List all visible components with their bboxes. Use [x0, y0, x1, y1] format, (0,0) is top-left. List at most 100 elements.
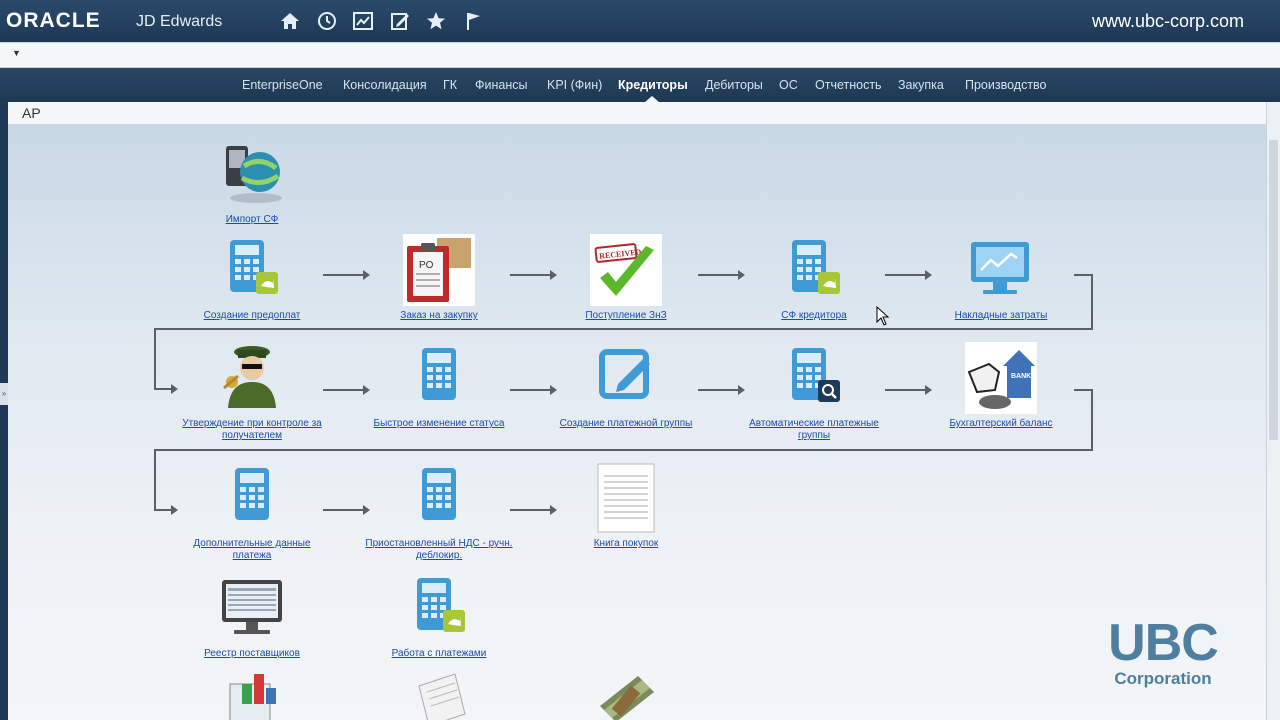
mouse-cursor-icon: [876, 305, 890, 331]
node-label[interactable]: Поступление ЗнЗ: [551, 310, 701, 322]
tab-consolidation[interactable]: Консолидация: [343, 78, 427, 92]
flow-wire: [154, 328, 156, 390]
tab-navigation: EnterpriseOne Консолидация ГК Финансы KP…: [0, 68, 1280, 102]
edit-icon[interactable]: [389, 10, 411, 32]
calculator-icon: [403, 342, 475, 414]
flow-arrow: [154, 505, 178, 515]
oracle-logo: ORACLE: [6, 9, 101, 32]
section-header: AP: [8, 102, 1266, 124]
report-document-icon: [590, 462, 662, 534]
tab-fixed-assets[interactable]: ОС: [779, 78, 798, 92]
node-receipt[interactable]: RECEIVED Поступление ЗнЗ: [551, 234, 701, 322]
tab-production[interactable]: Производство: [965, 78, 1047, 92]
dropdown-caret-icon[interactable]: ▼: [12, 48, 21, 58]
scrollbar[interactable]: [1266, 102, 1280, 720]
node-label[interactable]: Книга покупок: [551, 538, 701, 550]
node-supplier-registry[interactable]: Реестр поставщиков: [177, 572, 327, 660]
chart-icon[interactable]: [352, 10, 374, 32]
flow-arrow: [510, 270, 557, 280]
node-payments[interactable]: Работа с платежами: [364, 572, 514, 660]
tab-reporting[interactable]: Отчетность: [815, 78, 882, 92]
collapse-handle[interactable]: »: [0, 383, 8, 405]
flow-arrow: [885, 270, 932, 280]
product-name: JD Edwards: [136, 13, 223, 30]
node-purchase-book[interactable]: Книга покупок: [551, 462, 701, 550]
node-auto-payment[interactable]: Автоматические платежные группы: [739, 342, 889, 442]
node-partial-money[interactable]: [551, 666, 701, 720]
monitor-chart-icon: [965, 234, 1037, 306]
section-title: AP: [22, 105, 41, 121]
node-label[interactable]: Работа с платежами: [364, 648, 514, 660]
po-text: PO: [419, 260, 434, 271]
analytics-icon: [216, 666, 288, 720]
flow-wire: [1074, 274, 1092, 276]
officer-icon: [216, 342, 288, 414]
node-label[interactable]: Заказ на закупку: [364, 310, 514, 322]
scrollbar-thumb[interactable]: [1269, 140, 1278, 440]
calculator-icon: [403, 572, 475, 644]
tab-gl[interactable]: ГК: [443, 78, 457, 92]
flow-wire: [154, 449, 156, 511]
node-label[interactable]: Дополнительные данные платежа: [177, 538, 327, 562]
flow-arrow: [885, 385, 932, 395]
home-icon[interactable]: [279, 10, 301, 32]
node-label[interactable]: Создание предоплат: [177, 310, 327, 322]
flow-wire: [1091, 274, 1093, 330]
node-label[interactable]: СФ кредитора: [739, 310, 889, 322]
tab-kpi[interactable]: KPI (Фин): [547, 78, 602, 92]
ubc-logo: UBC Corporation: [1098, 617, 1228, 689]
invoice-icon: [403, 666, 475, 720]
flow-arrow: [510, 505, 557, 515]
node-label[interactable]: Быстрое изменение статуса: [364, 418, 514, 430]
node-label[interactable]: Утверждение при контроле за получателем: [177, 418, 327, 442]
ubc-logo-subtitle: Corporation: [1114, 669, 1212, 688]
import-globe-icon: [216, 138, 288, 210]
node-label[interactable]: Бухгалтерский баланс: [926, 418, 1076, 430]
node-label[interactable]: Накладные затраты: [926, 310, 1076, 322]
node-approval[interactable]: Утверждение при контроле за получателем: [177, 342, 327, 442]
node-balance[interactable]: BANK Бухгалтерский баланс: [926, 342, 1076, 430]
tab-finance[interactable]: Финансы: [475, 78, 527, 92]
node-label[interactable]: Автоматические платежные группы: [739, 418, 889, 442]
flow-arrow: [323, 385, 370, 395]
purchase-order-icon: PO: [403, 234, 475, 306]
favorites-icon[interactable]: [425, 10, 447, 32]
calculator-icon: [216, 234, 288, 306]
toolbar-strip: ▼: [0, 42, 1280, 68]
node-additional-payment[interactable]: Дополнительные данные платежа: [177, 462, 327, 562]
node-import-sf[interactable]: Импорт СФ: [177, 138, 327, 226]
recent-icon[interactable]: [316, 10, 338, 32]
node-payment-group[interactable]: Создание платежной группы: [551, 342, 701, 430]
node-partial-invoice[interactable]: [364, 666, 514, 720]
node-label[interactable]: Приостановленный НДС - ручн. деблокир.: [364, 538, 514, 562]
flow-wire: [154, 449, 1093, 451]
node-status-change[interactable]: Быстрое изменение статуса: [364, 342, 514, 430]
tab-creditors[interactable]: Кредиторы: [618, 78, 688, 92]
flow-arrow: [698, 270, 745, 280]
calculator-icon: [778, 234, 850, 306]
node-prepayments[interactable]: Создание предоплат: [177, 234, 327, 322]
node-supplier-invoice[interactable]: СФ кредитора: [739, 234, 889, 322]
flag-icon[interactable]: [462, 10, 484, 32]
node-suspended-vat[interactable]: Приостановленный НДС - ручн. деблокир.: [364, 462, 514, 562]
tab-debtors[interactable]: Дебиторы: [705, 78, 763, 92]
node-label[interactable]: Импорт СФ: [177, 214, 327, 226]
calculator-icon: [216, 462, 288, 534]
calculator-icon: [403, 462, 475, 534]
node-label[interactable]: Реестр поставщиков: [177, 648, 327, 660]
node-partial-analytics[interactable]: [177, 666, 327, 720]
site-url: www.ubc-corp.com: [1091, 11, 1244, 31]
tab-enterpriseone[interactable]: EnterpriseOne: [242, 78, 323, 92]
flow-wire: [154, 328, 1093, 330]
flow-arrow: [154, 384, 178, 394]
node-purchase-order[interactable]: PO Заказ на закупку: [364, 234, 514, 322]
node-overhead[interactable]: Накладные затраты: [926, 234, 1076, 322]
received-check-icon: RECEIVED: [590, 234, 662, 306]
calculator-search-icon: [778, 342, 850, 414]
ubc-logo-text: UBC: [1108, 614, 1219, 672]
tab-purchasing[interactable]: Закупка: [898, 78, 944, 92]
node-label[interactable]: Создание платежной группы: [551, 418, 701, 430]
process-canvas: Импорт СФ Создание предоплат PO Заказ на…: [8, 124, 1266, 720]
monitor-icon: [216, 572, 288, 644]
money-icon: [590, 666, 662, 720]
